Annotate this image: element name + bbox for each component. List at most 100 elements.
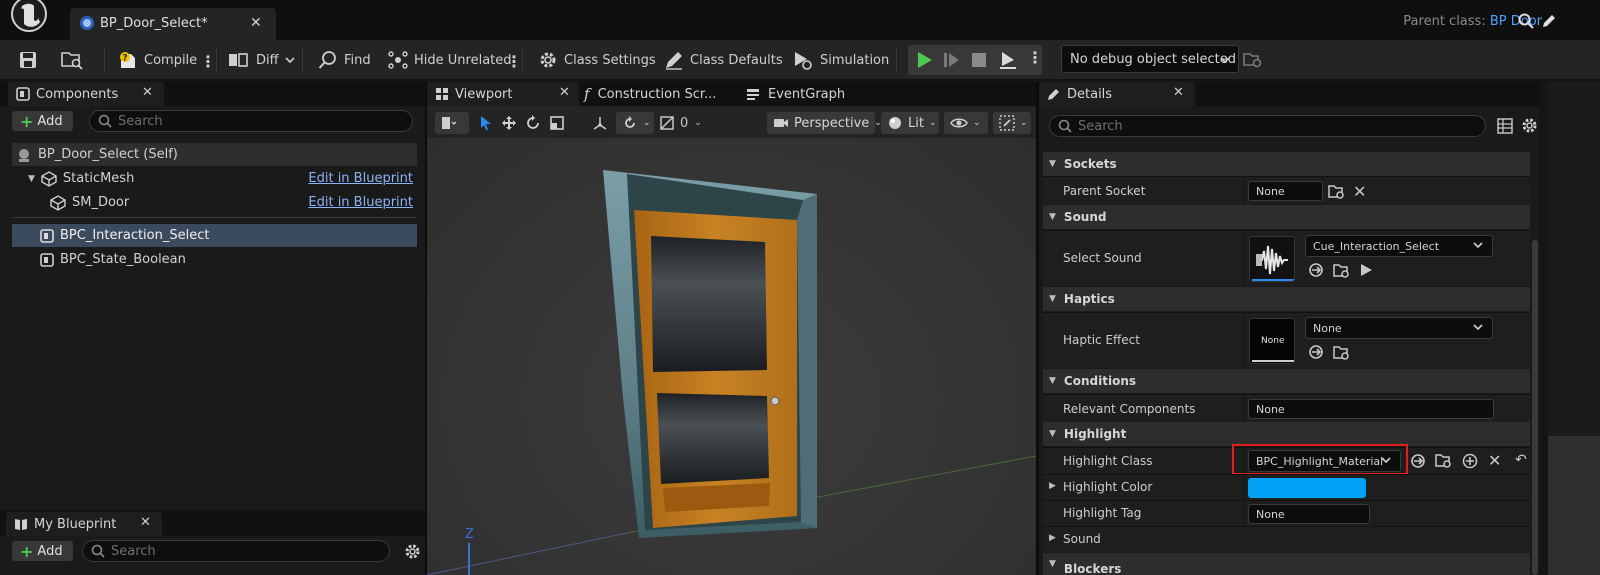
static-mesh-icon: [41, 170, 57, 187]
section-sound[interactable]: ▼ Sound: [1043, 205, 1530, 229]
compile-button[interactable]: ? Compile: [118, 40, 197, 80]
sound-thumbnail[interactable]: [1249, 236, 1295, 282]
component-row-state-boolean[interactable]: BPC_State_Boolean: [12, 248, 417, 271]
hide-unrelated-button[interactable]: Hide Unrelated: [388, 40, 512, 80]
tab-components[interactable]: Components ✕: [8, 82, 164, 106]
select-sound-dropdown[interactable]: Cue_Interaction_Select: [1305, 235, 1493, 257]
row-sound-sub[interactable]: ▶ Sound: [1043, 526, 1530, 552]
show-flags-dropdown[interactable]: ⌄: [944, 112, 988, 134]
save-icon[interactable]: [19, 51, 37, 69]
eject-possess-icon[interactable]: [998, 50, 1018, 70]
section-blockers[interactable]: ▼ Blockers: [1043, 553, 1530, 575]
close-viewport-icon[interactable]: ✕: [559, 85, 570, 100]
browse-socket-icon[interactable]: [1328, 183, 1346, 201]
add-member-button[interactable]: + Add: [12, 541, 73, 561]
haptic-effect-dropdown[interactable]: None: [1305, 317, 1493, 339]
tab-details[interactable]: Details ✕: [1039, 82, 1195, 106]
scale-icon[interactable]: [549, 115, 565, 131]
viewport-scene[interactable]: Z: [427, 138, 1036, 575]
component-row-staticmesh[interactable]: ▼ StaticMesh Edit in Blueprint: [12, 167, 417, 190]
highlight-color-swatch[interactable]: [1248, 478, 1366, 498]
perspective-label: Perspective: [794, 115, 870, 131]
section-sound-label: Sound: [1063, 210, 1107, 224]
use-selected-icon[interactable]: [1308, 262, 1326, 280]
clear-icon[interactable]: ✕: [1488, 451, 1506, 470]
parent-class-link[interactable]: BP Door: [1490, 14, 1542, 29]
scale-snap-button[interactable]: 0 ⌄: [660, 112, 702, 134]
add-component-button[interactable]: + Add: [12, 111, 73, 131]
perspective-dropdown[interactable]: Perspective ⌄: [767, 112, 882, 134]
details-scrollbar-thumb[interactable]: [1532, 240, 1538, 575]
hide-unrelated-options-icon[interactable]: ⋮: [506, 52, 522, 71]
tab-event-graph[interactable]: EventGraph: [746, 82, 845, 106]
select-arrow-icon[interactable]: [479, 115, 493, 131]
section-haptics[interactable]: ▼ Haptics: [1043, 287, 1530, 311]
close-tab-icon[interactable]: ✕: [250, 15, 262, 31]
my-blueprint-search-input[interactable]: Search: [82, 540, 390, 562]
close-my-blueprint-icon[interactable]: ✕: [140, 515, 151, 530]
simulation-button[interactable]: Simulation: [792, 40, 889, 80]
browse-asset-icon[interactable]: [1333, 262, 1351, 280]
relevant-components-field[interactable]: None: [1248, 399, 1494, 419]
section-conditions[interactable]: ▼ Conditions: [1043, 369, 1530, 393]
component-row-sm-door[interactable]: SM_Door Edit in Blueprint: [12, 191, 417, 214]
viewport-options-button[interactable]: [435, 112, 469, 134]
class-settings-button[interactable]: Class Settings: [538, 40, 656, 80]
settings-gear-icon[interactable]: [1521, 117, 1538, 134]
close-components-icon[interactable]: ✕: [142, 85, 153, 100]
use-selected-icon[interactable]: [1410, 453, 1428, 471]
use-selected-icon[interactable]: [1308, 344, 1326, 362]
details-tab-label: Details: [1067, 86, 1113, 102]
play-icon[interactable]: [915, 51, 933, 69]
edit-pencil-icon[interactable]: [1541, 13, 1557, 29]
door-mesh[interactable]: [603, 170, 817, 538]
expand-triangle-icon[interactable]: ▶: [1049, 481, 1056, 491]
tab-construction-script[interactable]: f Construction Scr...: [584, 82, 716, 106]
table-view-icon[interactable]: [1497, 118, 1513, 134]
tab-viewport[interactable]: Viewport ✕: [427, 82, 579, 106]
component-row-interaction-select[interactable]: BPC_Interaction_Select: [12, 224, 417, 247]
reset-to-default-icon[interactable]: ↶: [1515, 452, 1533, 470]
play-sound-icon[interactable]: [1359, 263, 1377, 281]
highlight-tag-field[interactable]: None: [1248, 504, 1370, 524]
close-details-icon[interactable]: ✕: [1173, 85, 1184, 100]
compile-options-icon[interactable]: ⋮: [200, 52, 216, 71]
settings-gear-icon[interactable]: [404, 543, 421, 560]
component-label: BP_Door_Select (Self): [38, 147, 178, 162]
debug-object-dropdown[interactable]: No debug object selected: [1061, 45, 1239, 73]
unreal-logo-icon[interactable]: [6, 0, 52, 36]
rotation-snap-button[interactable]: ⌄: [616, 112, 654, 134]
browse-asset-icon[interactable]: [1333, 344, 1351, 362]
section-highlight[interactable]: ▼ Highlight: [1043, 422, 1530, 446]
component-row-self[interactable]: BP_Door_Select (Self): [12, 143, 417, 166]
haptic-thumbnail[interactable]: None: [1249, 318, 1295, 364]
expand-triangle-icon[interactable]: ▶: [1049, 533, 1056, 543]
browse-asset-icon[interactable]: [1435, 452, 1453, 470]
edit-in-blueprint-link[interactable]: Edit in Blueprint: [308, 195, 413, 210]
expand-triangle-icon[interactable]: ▼: [28, 174, 35, 184]
lit-dropdown[interactable]: Lit ⌄: [881, 112, 939, 134]
details-search-input[interactable]: Search: [1049, 115, 1486, 137]
section-sockets[interactable]: ▼ Sockets: [1043, 152, 1530, 176]
rotate-icon[interactable]: [525, 115, 541, 131]
tab-my-blueprint[interactable]: My Blueprint ✕: [6, 512, 162, 536]
search-icon[interactable]: [1518, 13, 1534, 29]
add-plus-icon[interactable]: [1462, 453, 1480, 471]
step-icon[interactable]: [942, 51, 960, 69]
browse-debug-icon[interactable]: [1243, 50, 1263, 70]
components-search-input[interactable]: Search: [89, 110, 413, 132]
diff-button[interactable]: Diff: [228, 40, 295, 80]
clear-icon[interactable]: ✕: [1353, 182, 1371, 201]
move-icon[interactable]: [501, 115, 517, 131]
stop-icon[interactable]: [970, 51, 988, 69]
parent-socket-field[interactable]: None: [1248, 181, 1323, 201]
components-tab-icon: [16, 87, 30, 101]
play-options-icon[interactable]: ⋮: [1027, 48, 1043, 67]
find-button[interactable]: Find: [318, 40, 371, 80]
world-local-icon[interactable]: [592, 115, 608, 131]
browse-folder-icon[interactable]: [61, 50, 83, 70]
class-defaults-button[interactable]: Class Defaults: [664, 40, 783, 80]
viewport-settings-dropdown[interactable]: ⌄: [993, 112, 1031, 134]
edit-in-blueprint-link[interactable]: Edit in Blueprint: [308, 171, 413, 186]
document-tab[interactable]: BP_Door_Select* ✕: [70, 8, 276, 40]
